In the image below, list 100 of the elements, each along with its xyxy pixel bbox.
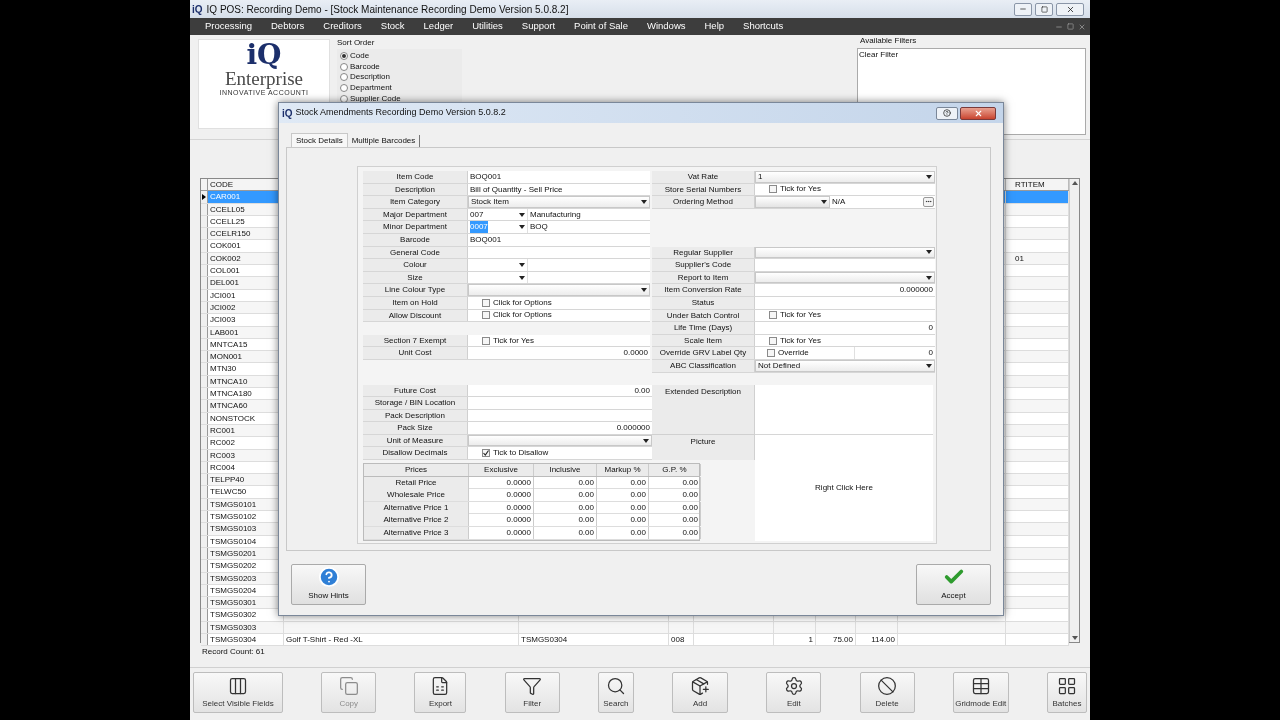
radio-button[interactable] [340, 84, 348, 93]
menu-item[interactable]: Processing [205, 19, 252, 34]
row-header-cell[interactable] [201, 338, 208, 351]
menu-item[interactable]: Help [704, 19, 725, 34]
number-field[interactable]: 0.00 [468, 384, 652, 397]
price-field[interactable]: 0.00 [534, 514, 597, 527]
dropdown-caret-icon[interactable] [519, 275, 525, 280]
dropdown[interactable]: 1 [755, 171, 935, 183]
row-header-cell[interactable] [201, 240, 208, 252]
tab[interactable]: Stock Details [291, 133, 348, 147]
row-header-cell[interactable] [201, 634, 208, 646]
column-header[interactable]: RTITEM [1015, 180, 1045, 189]
text-field[interactable] [755, 259, 935, 271]
toolbar-button[interactable]: Select Visible Fields [193, 672, 283, 713]
row-header-cell[interactable] [201, 523, 208, 535]
row-header-cell[interactable] [201, 215, 208, 228]
dropdown-caret-icon[interactable] [926, 275, 932, 280]
row-header-cell[interactable] [201, 437, 208, 449]
row-header-cell[interactable] [201, 363, 208, 375]
radio-button[interactable] [340, 62, 348, 71]
close-button[interactable] [1056, 2, 1084, 16]
row-header-cell[interactable] [201, 351, 208, 363]
row-header-cell[interactable] [201, 584, 208, 597]
dropdown-caret-icon[interactable] [519, 225, 525, 230]
number-field[interactable]: 0.000000 [755, 284, 935, 296]
checkbox[interactable] [767, 349, 775, 358]
row-header-cell[interactable] [201, 597, 208, 609]
row-header-cell[interactable] [201, 388, 208, 400]
checkbox[interactable] [769, 336, 777, 345]
scroll-up-icon[interactable] [1071, 181, 1078, 185]
price-field[interactable]: 0.0000 [469, 501, 534, 514]
menu-item[interactable]: Utilities [472, 19, 503, 34]
checkbox[interactable] [482, 311, 490, 320]
maximize-button[interactable] [1035, 2, 1053, 16]
menu-item[interactable]: Shortcuts [743, 19, 784, 34]
number-field[interactable]: 0 [855, 347, 935, 359]
price-field[interactable]: 0.00 [597, 527, 649, 540]
toolbar-button[interactable]: Filter [504, 672, 560, 713]
radio-button[interactable] [340, 73, 348, 82]
checkbox[interactable] [769, 311, 777, 320]
ellipsis-button[interactable] [923, 197, 934, 207]
help-button[interactable] [936, 106, 958, 120]
menu-item[interactable]: Stock [380, 19, 405, 34]
dropdown-caret-icon[interactable] [519, 262, 525, 267]
row-header-cell[interactable] [201, 326, 208, 338]
menu-item[interactable]: Debtors [271, 19, 305, 34]
row-header-cell[interactable] [201, 301, 208, 314]
filter-item[interactable]: Clear Filter [859, 49, 1084, 60]
checkbox[interactable] [482, 298, 490, 307]
row-header-cell[interactable] [201, 461, 208, 474]
row-header-cell[interactable] [201, 228, 208, 240]
text-field[interactable]: BOQ001 [468, 171, 650, 183]
price-field[interactable]: 0.00 [534, 527, 597, 540]
toolbar-button[interactable]: Batches [1046, 672, 1087, 713]
row-header-cell[interactable] [201, 265, 208, 277]
checkbox[interactable] [769, 185, 777, 194]
menu-item[interactable]: Ledger [423, 19, 454, 34]
price-field[interactable]: 0.0000 [469, 527, 534, 540]
minimize-button[interactable] [1014, 2, 1032, 16]
toolbar-button[interactable]: Export [414, 672, 467, 713]
row-header-cell[interactable] [201, 560, 208, 572]
toolbar-button[interactable]: Gridmode Edit [952, 672, 1009, 713]
number-field[interactable]: 0.0000 [468, 347, 650, 359]
dropdown-caret-icon[interactable] [641, 288, 647, 293]
number-field[interactable]: 0.000000 [468, 422, 652, 434]
menu-item[interactable]: Support [521, 19, 556, 34]
row-header-cell[interactable] [201, 535, 208, 547]
row-header-cell[interactable] [201, 191, 208, 203]
row-header-cell[interactable] [201, 412, 208, 424]
checkbox[interactable] [482, 449, 490, 458]
row-header-cell[interactable] [201, 449, 208, 461]
price-field[interactable]: 0.00 [649, 527, 701, 540]
row-header-cell[interactable] [201, 400, 208, 412]
menu-item[interactable]: Creditors [323, 19, 362, 34]
row-header-cell[interactable] [201, 547, 208, 560]
row-header-cell[interactable] [201, 277, 208, 289]
price-field[interactable]: 0.00 [597, 476, 649, 489]
row-header-cell[interactable] [201, 609, 208, 621]
price-field[interactable]: 0.00 [597, 514, 649, 527]
price-field[interactable]: 0.00 [534, 501, 597, 514]
row-header-cell[interactable] [201, 424, 208, 437]
menu-item[interactable]: Windows [646, 19, 686, 34]
toolbar-button[interactable]: Search [597, 672, 634, 713]
hints-button[interactable]: Show Hints [291, 564, 366, 605]
row-header-cell[interactable] [201, 572, 208, 584]
price-field[interactable]: 0.00 [597, 501, 649, 514]
dropdown[interactable]: Stock Item [468, 196, 650, 208]
close-button[interactable] [960, 106, 996, 120]
column-header[interactable]: CODE [210, 180, 234, 189]
price-field[interactable]: 0.0000 [469, 514, 534, 527]
price-field[interactable]: 0.00 [649, 501, 701, 514]
number-field[interactable]: 0 [755, 322, 935, 334]
accept-button[interactable]: Accept [916, 564, 991, 605]
scroll-down-icon[interactable] [1071, 636, 1078, 640]
toolbar-button[interactable]: Add [672, 672, 729, 713]
text-field[interactable] [468, 397, 652, 409]
price-field[interactable]: 0.0000 [469, 476, 534, 489]
row-header-cell[interactable] [201, 498, 208, 510]
dropdown[interactable]: 007 [468, 208, 528, 221]
row-header-cell[interactable] [201, 486, 208, 498]
